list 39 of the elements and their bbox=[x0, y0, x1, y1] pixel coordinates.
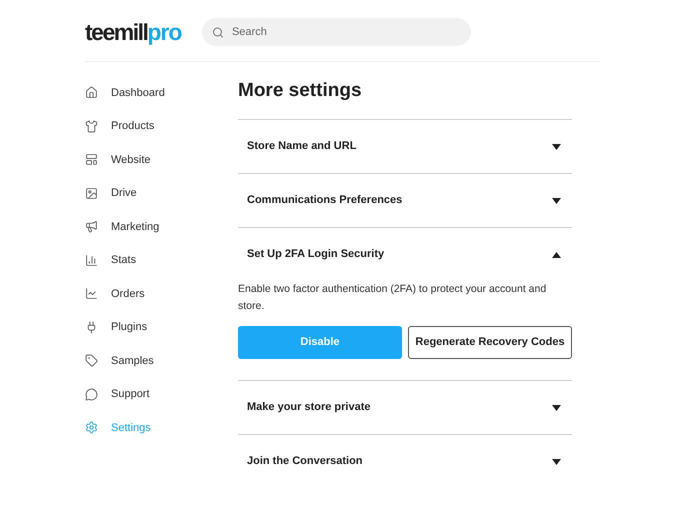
bar-chart-icon bbox=[85, 254, 98, 267]
sidebar-item[interactable]: Website bbox=[85, 143, 195, 176]
outline-button[interactable]: Regenerate Recovery Codes bbox=[408, 326, 572, 359]
accordion-header[interactable]: Communications Preferences bbox=[238, 174, 572, 227]
megaphone-icon bbox=[85, 220, 98, 234]
line-chart-icon bbox=[85, 287, 98, 300]
accordion-header[interactable]: Store Name and URL bbox=[238, 120, 572, 173]
page-title: More settings bbox=[238, 79, 363, 103]
chat-bubble-icon bbox=[85, 388, 98, 401]
tag-icon bbox=[85, 354, 98, 368]
caret-icon bbox=[552, 198, 561, 204]
plug-icon bbox=[85, 320, 98, 334]
sidebar-item[interactable]: Plugins bbox=[85, 310, 195, 344]
sidebar-item[interactable]: Dashboard bbox=[85, 76, 195, 110]
accordion-header[interactable]: Set Up 2FA Login Security bbox=[238, 228, 572, 281]
accordion-header[interactable]: Join the Conversation bbox=[238, 435, 572, 488]
search-icon bbox=[212, 26, 224, 38]
sidebar-item[interactable]: Orders bbox=[85, 277, 195, 310]
sidebar-item[interactable]: Stats bbox=[85, 244, 195, 277]
search-field[interactable]: Search bbox=[202, 18, 471, 46]
caret-icon bbox=[552, 458, 561, 464]
caret-icon bbox=[552, 252, 561, 258]
sidebar-item[interactable]: Samples bbox=[85, 344, 195, 378]
description-text: Enable two factor authentication (2FA) to protect your account and store. bbox=[238, 282, 548, 314]
sidebar-item[interactable]: Drive bbox=[85, 176, 195, 210]
caret-icon bbox=[552, 404, 561, 410]
image-icon bbox=[85, 186, 98, 200]
accordion-header[interactable]: Make your store private bbox=[238, 381, 572, 434]
logo-text: teemill bbox=[85, 20, 148, 44]
search-field[interactable]: Search bbox=[232, 24, 461, 40]
settings-icon bbox=[85, 421, 98, 434]
sidebar-item[interactable]: Marketing bbox=[85, 210, 195, 244]
shirt-icon bbox=[85, 120, 98, 133]
sidebar-item[interactable]: Support bbox=[85, 378, 195, 411]
layout-icon bbox=[85, 153, 98, 166]
logo-text: pro bbox=[147, 20, 182, 44]
home-icon bbox=[85, 86, 98, 100]
caret-icon bbox=[552, 144, 561, 150]
sidebar-item[interactable]: Products bbox=[85, 110, 195, 143]
